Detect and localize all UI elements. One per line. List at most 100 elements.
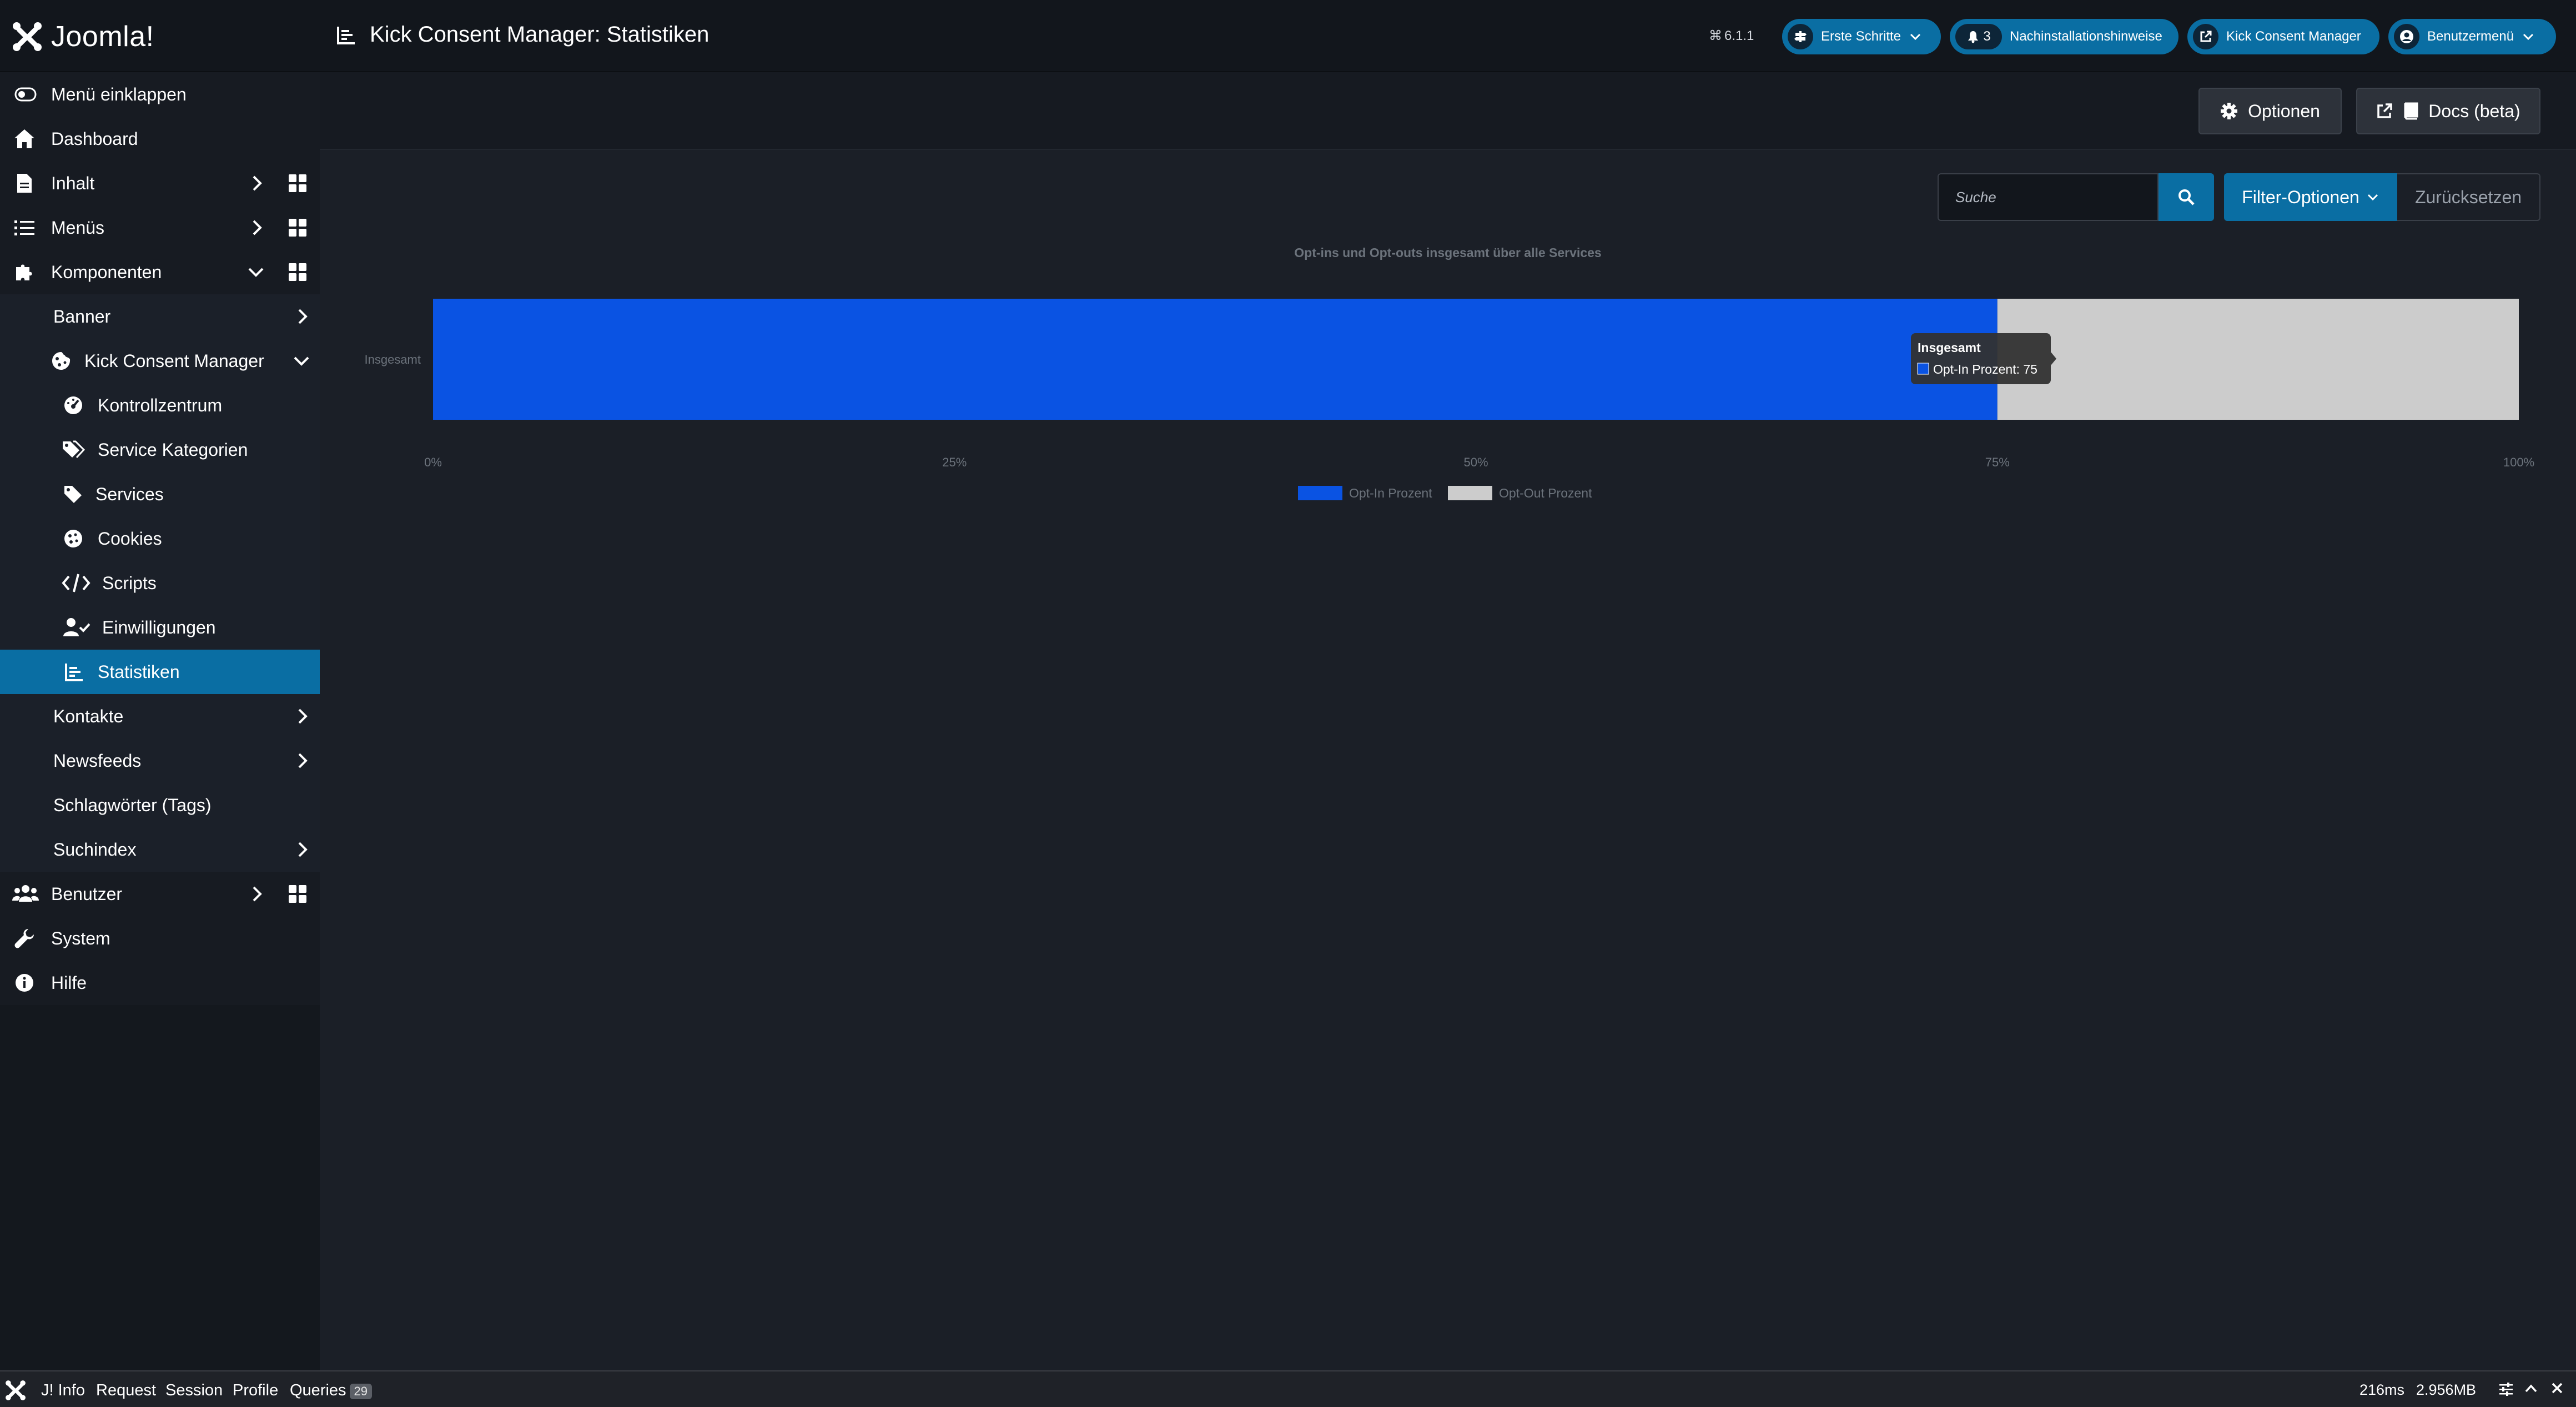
filter-options-button[interactable]: Filter-Optionen [2224, 173, 2397, 221]
sidebar-item-label: Scripts [102, 572, 157, 593]
sidebar-item-label: Service Kategorien [98, 439, 248, 460]
search-input[interactable]: Suche [1938, 173, 2159, 221]
info-icon [12, 971, 37, 995]
dashboard-grid-icon[interactable] [289, 885, 306, 903]
sidebar-item-statistics[interactable]: Statistiken [0, 650, 320, 694]
sidebar-item-dashboard[interactable]: Dashboard [0, 117, 320, 161]
notifications-count: 3 [1983, 29, 1991, 44]
legend-label[interactable]: Opt-In Prozent [1349, 486, 1432, 500]
sidebar-item-label: Banner [53, 306, 111, 326]
docs-button[interactable]: Docs (beta) [2356, 88, 2540, 134]
queries-count-badge: 29 [349, 1384, 373, 1399]
chevron-right-icon [249, 886, 265, 902]
chevron-right-icon [249, 175, 265, 192]
sidebar-item-label: Kontakte [53, 706, 124, 726]
sidebar-item-control-center[interactable]: Kontrollzentrum [0, 383, 320, 428]
legend-label[interactable]: Opt-Out Prozent [1499, 486, 1592, 500]
sidebar-item-help[interactable]: Hilfe [0, 961, 320, 1005]
sidebar-item-label: Komponenten [51, 262, 162, 282]
brand-name: Joomla! [51, 21, 154, 53]
x-tick-label: 50% [1463, 455, 1488, 469]
sidebar-item-newsfeeds[interactable]: Newsfeeds [0, 738, 320, 783]
chevron-right-icon [249, 219, 265, 236]
page-title-text: Kick Consent Manager: Statistiken [370, 22, 710, 47]
sidebar-item-services[interactable]: Services [0, 472, 320, 516]
debug-tab-request[interactable]: Request [96, 1381, 156, 1400]
sidebar-item-content[interactable]: Inhalt [0, 161, 320, 205]
x-tick-label: 0% [424, 455, 442, 469]
user-circle-icon [2394, 24, 2419, 49]
cookie-icon [61, 526, 85, 551]
debug-tab-session[interactable]: Session [165, 1381, 223, 1400]
chevron-right-icon [294, 752, 311, 769]
tooltip-title: Insgesamt [1918, 340, 1981, 355]
close-icon[interactable] [2550, 1381, 2564, 1399]
chart-title: Opt-ins und Opt-outs insgesamt über alle… [1294, 245, 1601, 260]
sidebar-item-label: Schlagwörter (Tags) [53, 795, 212, 815]
view-site-button[interactable]: Kick Consent Manager [2187, 19, 2379, 54]
sidebar-item-users[interactable]: Benutzer [0, 872, 320, 916]
gauge-icon [61, 393, 85, 418]
debug-tab-profile[interactable]: Profile [233, 1381, 278, 1400]
sidebar-item-kick-consent-manager[interactable]: Kick Consent Manager [0, 339, 320, 383]
chevron-up-icon[interactable] [2524, 1381, 2538, 1400]
x-tick-label: 100% [2503, 455, 2534, 469]
chevron-right-icon [294, 308, 311, 325]
book-icon [2404, 102, 2418, 120]
file-icon [12, 171, 37, 195]
search-button[interactable] [2159, 173, 2214, 221]
sidebar-item-label: Benutzer [51, 883, 123, 904]
sidebar-item-scripts[interactable]: Scripts [0, 561, 320, 605]
view-site-label: Kick Consent Manager [2226, 29, 2361, 44]
sidebar-item-consents[interactable]: Einwilligungen [0, 605, 320, 650]
sidebar-item-banners[interactable]: Banner [0, 294, 320, 339]
puzzle-icon [12, 260, 37, 284]
x-tick-label: 75% [1985, 455, 2010, 469]
bar-segment-opt-out[interactable] [1997, 299, 2519, 420]
x-tick-label: 25% [942, 455, 967, 469]
legend-swatch[interactable] [1298, 486, 1342, 500]
joomla-debug-icon[interactable] [4, 1379, 27, 1406]
sidebar-item-system[interactable]: System [0, 916, 320, 961]
sidebar-item-contacts[interactable]: Kontakte [0, 694, 320, 738]
joomla-logo[interactable]: Joomla! [11, 21, 154, 53]
sidebar-item-label: Cookies [98, 528, 162, 549]
header: Joomla! Kick Consent Manager: Statistike… [0, 0, 2576, 72]
sidebar-toggle[interactable]: Menü einklappen [0, 72, 320, 117]
sidebar-item-components[interactable]: Komponenten [0, 250, 320, 294]
sidebar-toggle-label: Menü einklappen [51, 84, 187, 104]
user-menu-button[interactable]: Benutzermenü [2388, 19, 2556, 54]
sidebar-item-tags[interactable]: Schlagwörter (Tags) [0, 783, 320, 827]
dashboard-grid-icon[interactable] [289, 219, 306, 237]
dashboard-grid-icon[interactable] [289, 263, 306, 281]
sidebar-item-label: Menüs [51, 217, 105, 238]
dashboard-grid-icon[interactable] [289, 174, 306, 192]
post-install-label: Nachinstallationshinweise [2010, 29, 2162, 44]
toggle-icon [13, 82, 38, 107]
bar-segment-opt-in[interactable] [433, 299, 1998, 420]
sidebar-item-menus[interactable]: Menüs [0, 205, 320, 250]
post-install-messages-button[interactable]: 3 Nachinstallationshinweise [1950, 19, 2178, 54]
signpost-icon [1788, 24, 1813, 49]
legend-swatch[interactable] [1448, 486, 1492, 500]
external-link-icon [2377, 103, 2393, 118]
list-icon [12, 215, 37, 240]
sidebar-item-cookies[interactable]: Cookies [0, 516, 320, 561]
sidebar-item-label: Inhalt [51, 173, 95, 193]
debug-tab-queries[interactable]: Queries 29 [290, 1381, 373, 1400]
toolbar: Optionen Docs (beta) [320, 72, 2576, 150]
sidebar-item-label: Newsfeeds [53, 750, 142, 771]
sidebar-item-service-categories[interactable]: Service Kategorien [0, 428, 320, 472]
tags-icon [61, 438, 85, 462]
wrench-icon [12, 926, 37, 951]
sidebar-item-label: Dashboard [51, 128, 138, 149]
options-button[interactable]: Optionen [2198, 88, 2342, 134]
reset-button[interactable]: Zurücksetzen [2397, 173, 2540, 221]
sidebar-item-label: Statistiken [98, 661, 180, 682]
guided-tours-button[interactable]: Erste Schritte [1782, 19, 1941, 54]
settings-sliders-icon[interactable] [2498, 1381, 2514, 1401]
debug-bar: J! Info Request Session Profile Queries 2… [0, 1370, 2576, 1407]
sidebar-item-smart-search[interactable]: Suchindex [0, 827, 320, 872]
chevron-down-icon [293, 353, 310, 369]
debug-tab-info[interactable]: J! Info [41, 1381, 85, 1400]
